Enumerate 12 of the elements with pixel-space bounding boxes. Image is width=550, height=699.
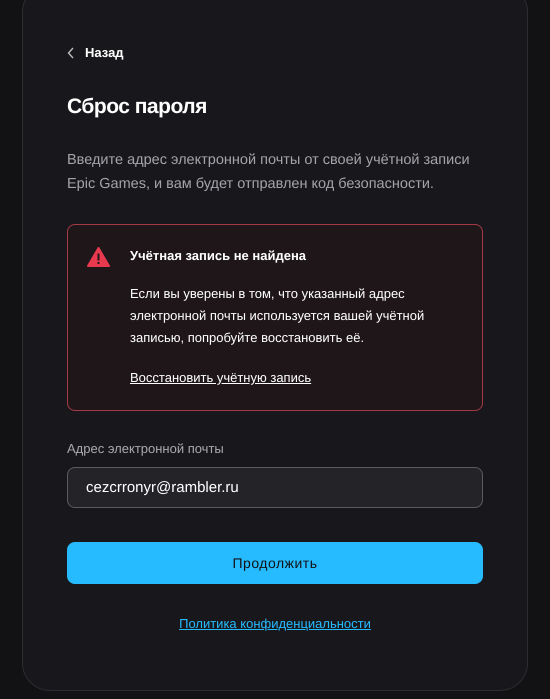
alert-title: Учётная запись не найдена: [130, 247, 308, 265]
privacy-policy-link[interactable]: Политика конфиденциальности: [179, 614, 371, 634]
back-link[interactable]: Назад: [67, 43, 124, 62]
alert-message: Если вы уверены в том, что указанный адрес электронной почты используется вашей учётной записью, попробуйте восстановить её.: [130, 285, 426, 347]
restore-account-link[interactable]: Восстановить учётную запись: [130, 368, 312, 388]
email-field[interactable]: cezcrronyr@rambler.ru: [67, 467, 483, 508]
page-title: Сброс пароля: [67, 94, 208, 120]
warning-icon: [87, 247, 110, 267]
description-text: Введите адрес электронной почты от своей учётной записи Epic Games, и вам будет отправлен код безопасности.: [67, 151, 471, 194]
chevron-left-icon: [67, 46, 75, 59]
continue-button[interactable]: Продолжить: [67, 542, 483, 584]
email-label: Адрес электронной почты: [67, 440, 225, 458]
